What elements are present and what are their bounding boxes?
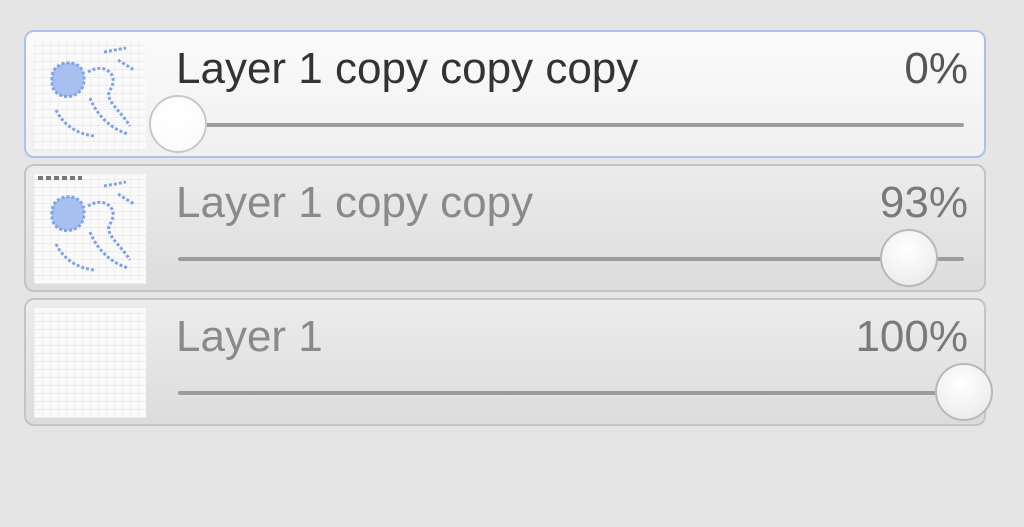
opacity-slider[interactable] <box>149 94 964 154</box>
slider-knob[interactable] <box>879 229 938 287</box>
layer-row[interactable]: Layer 1 100% <box>24 298 993 426</box>
layer-opacity-value: 100% <box>855 312 968 361</box>
layer-name: Layer 1 <box>176 312 323 361</box>
layer-opacity-value: 93% <box>879 178 968 227</box>
layer-thumbnail <box>34 174 146 284</box>
layer-row[interactable]: Layer 1 copy copy copy 0% <box>24 30 986 158</box>
slider-knob[interactable] <box>149 95 207 153</box>
slider-track[interactable] <box>178 123 964 127</box>
slider-knob[interactable] <box>935 363 993 421</box>
layer-name: Layer 1 copy copy <box>176 178 534 227</box>
layer-opacity-value: 0% <box>904 44 968 93</box>
layer-row[interactable]: Layer 1 copy copy 93% <box>24 164 986 292</box>
slider-track[interactable] <box>178 257 964 261</box>
layers-panel: Layer 1 copy copy copy 0% Layer 1 copy c… <box>24 30 993 432</box>
opacity-slider[interactable] <box>178 362 993 422</box>
layer-name: Layer 1 copy copy copy <box>176 44 639 93</box>
layer-thumbnail <box>34 40 146 150</box>
layer-thumbnail <box>34 308 146 418</box>
layer-art-icon <box>50 46 135 138</box>
layer-art-icon <box>50 180 135 272</box>
slider-track[interactable] <box>178 391 964 395</box>
opacity-slider[interactable] <box>178 228 964 288</box>
